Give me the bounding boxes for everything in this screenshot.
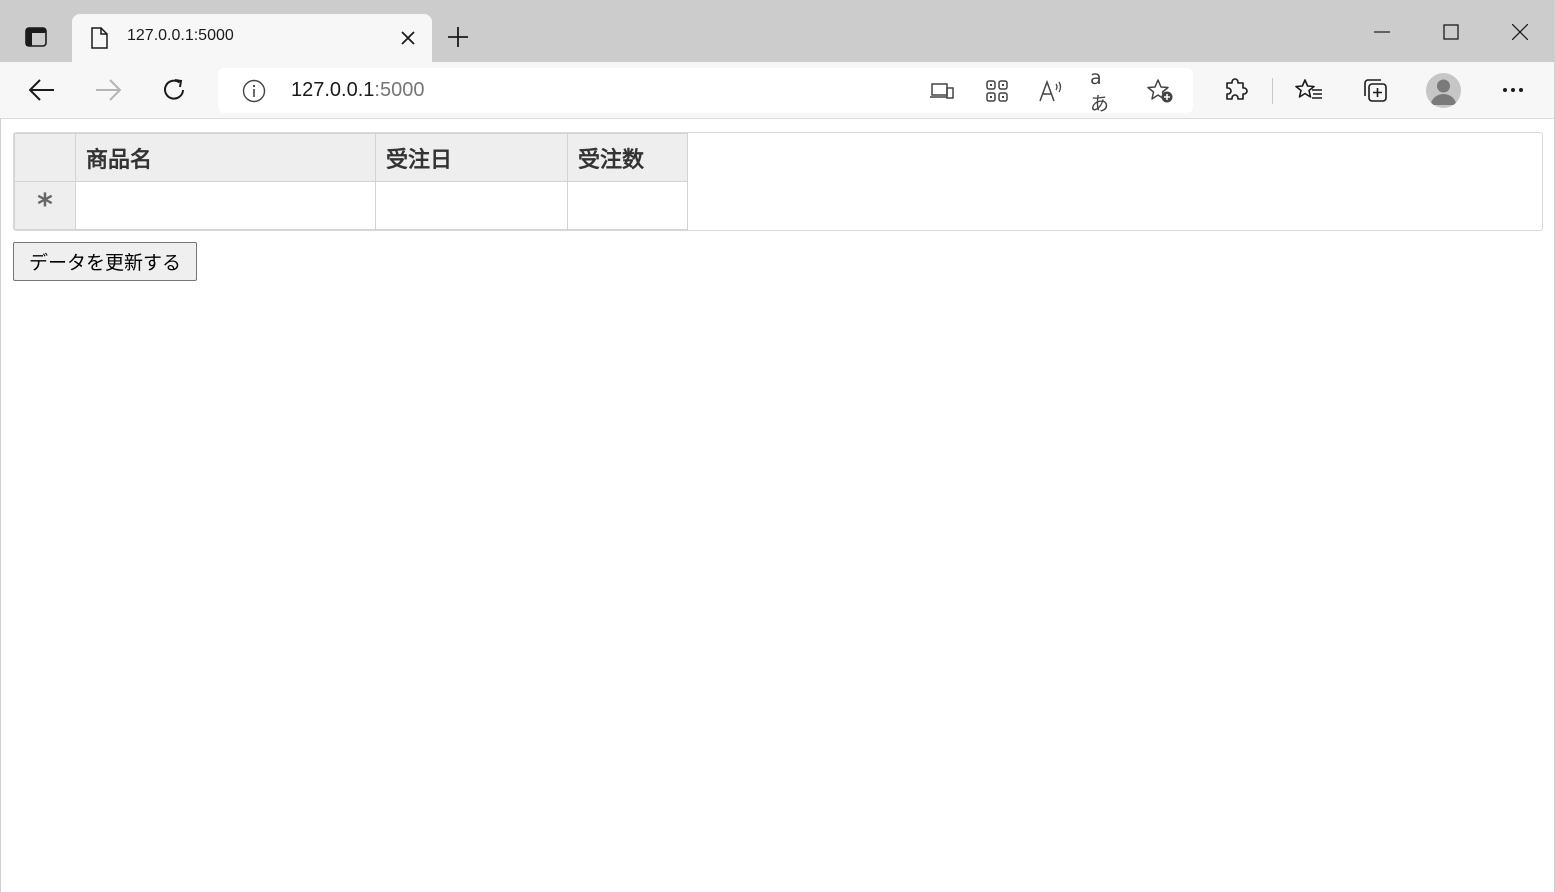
minimize-icon[interactable] [1362,12,1402,52]
header-row: 商品名 受注日 受注数 [14,133,688,182]
data-grid: 商品名 受注日 受注数 * [13,132,1543,231]
browser-tab[interactable]: 127.0.0.1:5000 [72,14,432,62]
data-table: 商品名 受注日 受注数 * [14,133,688,230]
tab-actions-icon[interactable] [14,15,58,59]
toolbar-divider [1272,78,1273,104]
url-host: 127.0.0.1 [291,79,375,101]
new-row-marker[interactable]: * [14,181,76,230]
back-arrow-icon[interactable] [22,70,62,110]
profile-avatar[interactable] [1426,73,1461,108]
collections-icon[interactable] [1355,70,1395,110]
page-icon [88,26,110,50]
column-header-product-name[interactable]: 商品名 [75,133,376,182]
refresh-icon[interactable] [154,70,194,110]
info-icon[interactable] [242,79,266,103]
column-header-order-date[interactable]: 受注日 [375,133,568,182]
new-row: * [14,181,688,230]
update-data-button[interactable]: データを更新する [13,242,197,281]
address-bar[interactable]: 127.0.0.1:5000 aあ [218,67,1193,115]
close-icon[interactable] [398,28,418,48]
tab-title: 127.0.0.1:5000 [127,27,234,44]
window-border [0,119,1,892]
forward-arrow-icon[interactable] [88,70,128,110]
plus-icon[interactable] [440,20,476,54]
column-header-order-quantity[interactable]: 受注数 [567,133,688,182]
more-icon[interactable] [1493,70,1533,110]
star-plus-icon[interactable] [1145,76,1175,106]
url-port: :5000 [374,79,425,101]
app-available-icon[interactable] [927,76,957,106]
browser-toolbar: 127.0.0.1:5000 aあ [0,62,1555,119]
read-aloud-icon[interactable] [1036,76,1066,106]
cell-order-quantity[interactable] [567,181,688,230]
favorites-icon[interactable] [1289,70,1329,110]
maximize-icon[interactable] [1431,12,1471,52]
translate-icon[interactable]: aあ [1090,67,1120,115]
window-close-icon[interactable] [1500,12,1540,52]
title-bar: 127.0.0.1:5000 [0,0,1555,62]
puzzle-icon[interactable] [1216,70,1256,110]
cell-order-date[interactable] [375,181,568,230]
url-text[interactable]: 127.0.0.1:5000 [291,79,424,102]
cell-product-name[interactable] [75,181,376,230]
qr-code-icon[interactable] [982,76,1012,106]
corner-header[interactable] [14,133,76,182]
